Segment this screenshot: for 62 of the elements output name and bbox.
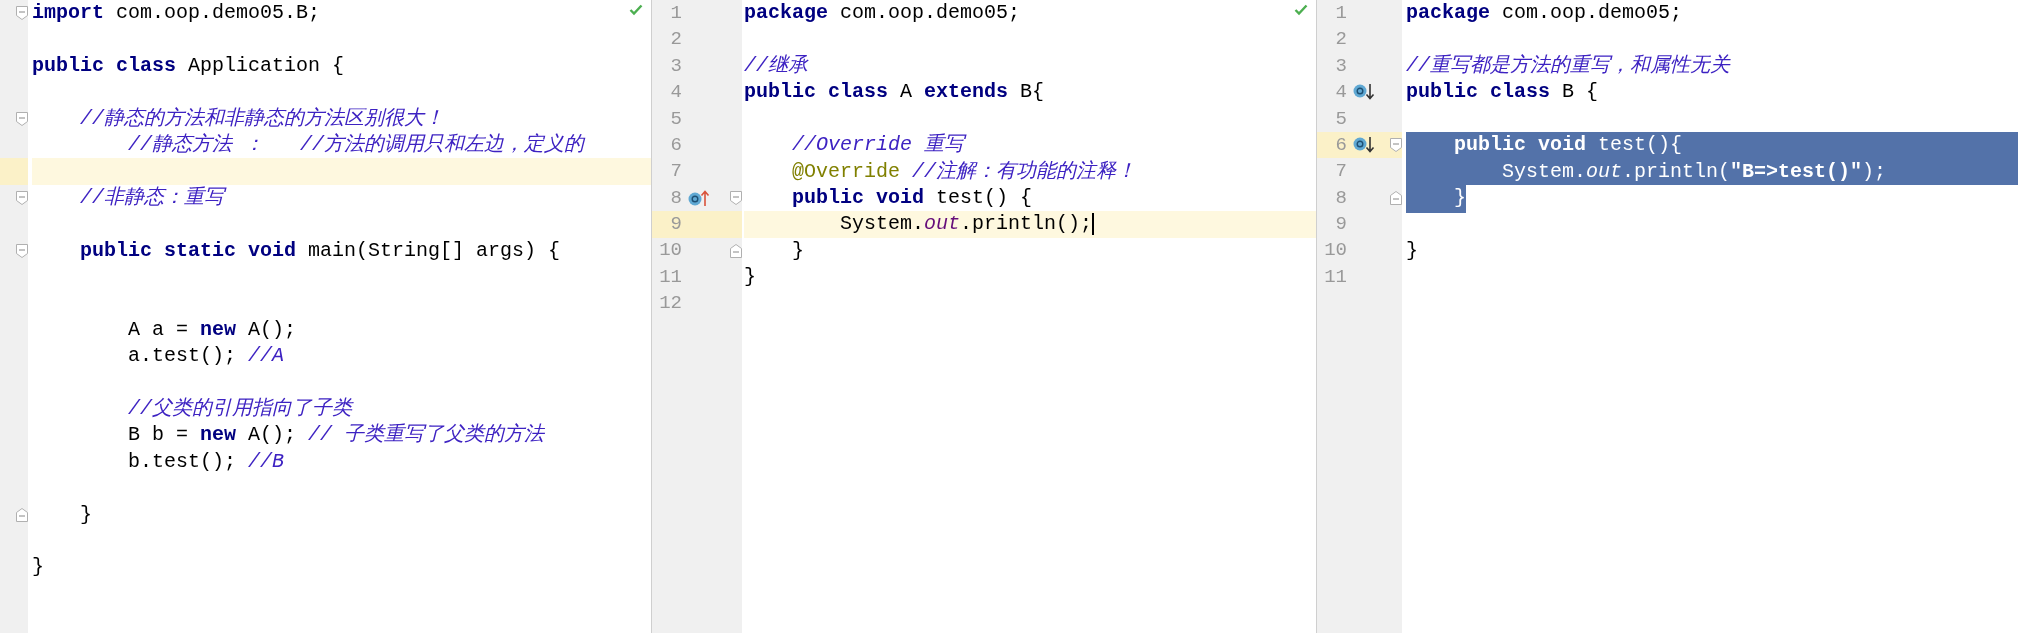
fold-icon[interactable] <box>16 243 28 258</box>
line-number: 9 <box>669 212 682 238</box>
line-number: 11 <box>1323 264 1347 290</box>
code-line: public class Application { <box>32 53 345 79</box>
code-line: B b = new A(); // 子类重写了父类的方法 <box>127 422 545 449</box>
code-line: //静态的方法和非静态的方法区别很大！ <box>79 105 444 132</box>
circle-down-arrow-icon[interactable] <box>1353 136 1375 155</box>
code-line: //Override 重写 <box>791 132 965 159</box>
code-line: } <box>744 264 756 291</box>
line-number: 12 <box>658 291 682 317</box>
code-line: b.test(); //B <box>127 448 285 475</box>
fold-icon[interactable] <box>16 6 28 21</box>
line-number: 1 <box>669 0 682 26</box>
fold-icon[interactable] <box>16 507 28 522</box>
circle-up-arrow-icon[interactable] <box>688 188 710 207</box>
code-line: import com.oop.demo05.B; <box>32 0 321 27</box>
code-line: @Override //注解：有功能的注释！ <box>791 158 1137 185</box>
fold-icon[interactable] <box>16 111 28 126</box>
line-number: 7 <box>669 159 682 185</box>
line-number: 2 <box>669 27 682 53</box>
code-line: package com.oop.demo05; <box>744 0 1021 27</box>
line-number: 9 <box>1334 212 1347 238</box>
code-line: } <box>1406 237 1418 264</box>
line-number: 1 <box>1334 0 1347 26</box>
line-number: 5 <box>1334 106 1347 132</box>
line-number: 6 <box>669 132 682 158</box>
code-line: public static void main(String[] args) { <box>79 237 561 264</box>
code-line: //继承 <box>744 53 808 79</box>
line-number: 7 <box>1334 159 1347 185</box>
fold-icon[interactable] <box>1390 190 1402 205</box>
line-number: 10 <box>658 238 682 264</box>
fold-icon[interactable] <box>730 243 742 258</box>
fold-icon[interactable] <box>730 190 742 205</box>
line-number: 4 <box>669 80 682 106</box>
code-line: System.out.println("B=>test()"); <box>1501 158 1887 185</box>
code-line: //重写都是方法的重写，和属性无关 <box>1406 53 1730 79</box>
line-number: 11 <box>658 264 682 290</box>
code-line: } <box>791 237 804 264</box>
line-number: 3 <box>669 53 682 79</box>
fold-icon[interactable] <box>16 190 28 205</box>
code-line: public class A extends B{ <box>744 79 1045 106</box>
circle-down-arrow-icon[interactable] <box>1353 83 1375 102</box>
line-number: 6 <box>1334 132 1347 158</box>
fold-icon[interactable] <box>1390 138 1402 153</box>
line-number: 8 <box>1334 185 1347 211</box>
code-line: System.out.println(); <box>839 211 1093 238</box>
line-number: 8 <box>669 185 682 211</box>
line-number: 4 <box>1334 80 1347 106</box>
code-line: public void test(){ <box>1453 132 1683 159</box>
code-line: public void test() { <box>791 184 1033 211</box>
code-line: package com.oop.demo05; <box>1406 0 1683 27</box>
code-line: //父类的引用指向了子类 <box>127 396 353 423</box>
code-line: public class B { <box>1406 79 1599 106</box>
code-line: //静态方法 ： //方法的调用只和左边，定义的 <box>127 132 585 159</box>
line-number: 3 <box>1334 53 1347 79</box>
line-number: 10 <box>1323 238 1347 264</box>
code-line: } <box>32 554 44 581</box>
line-number: 2 <box>1334 27 1347 53</box>
line-number: 5 <box>669 106 682 132</box>
code-line: A a = new A(); <box>127 316 297 343</box>
code-line: a.test(); //A <box>127 343 285 370</box>
code-line: } <box>79 501 92 528</box>
